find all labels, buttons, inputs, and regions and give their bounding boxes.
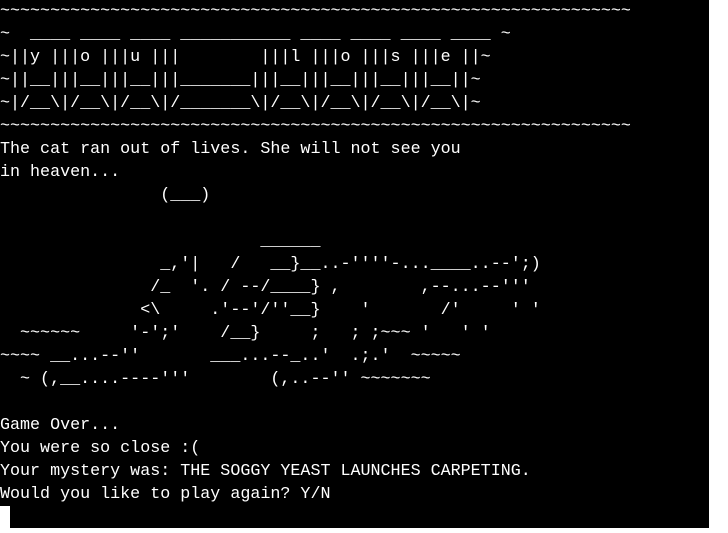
cat-art-line: /_ '. / --/____} , ,--...--''' xyxy=(0,278,531,297)
mystery-reveal: Your mystery was: THE SOGGY YEAST LAUNCH… xyxy=(0,462,531,481)
terminal-window[interactable]: ~~~~~~~~~~~~~~~~~~~~~~~~~~~~~~~~~~~~~~~~… xyxy=(0,0,709,528)
game-over-title: Game Over... xyxy=(0,416,121,435)
cat-art-line: (___) xyxy=(0,186,211,205)
cat-art-line: ______ xyxy=(0,232,321,251)
screen: ~~~~~~~~~~~~~~~~~~~~~~~~~~~~~~~~~~~~~~~~… xyxy=(0,0,728,533)
close-message: You were so close :( xyxy=(0,439,201,458)
play-again-prompt: Would you like to play again? Y/N xyxy=(0,485,331,504)
banner-line: ~||__|||__|||__|||_______|||__|||__|||__… xyxy=(0,71,481,90)
cat-art-line: <\ .'--'/''__} ' /' ' ' xyxy=(0,301,541,320)
banner-line: ~ ____ ____ ____ ___________ ____ ____ _… xyxy=(0,25,511,44)
command-input-line[interactable]: >> xyxy=(0,506,709,528)
cat-art-line xyxy=(0,207,709,230)
cat-art-line: _,'| / __}__..-''''-...____..--';) xyxy=(0,255,541,274)
banner-line: ~~~~~~~~~~~~~~~~~~~~~~~~~~~~~~~~~~~~~~~~… xyxy=(0,2,631,21)
cat-art-line: ~~~~~~ '-';' /__} ; ; ;~~~ ' ' ' xyxy=(0,324,491,343)
cat-art-line: ~~~~ __...--'' ___...--_..' .;.' ~~~~~ xyxy=(0,347,461,366)
cat-art-line: ~ (,__....----''' (,..--'' ~~~~~~~ xyxy=(0,370,431,389)
death-message: The cat ran out of lives. She will not s… xyxy=(0,140,461,159)
death-message: in heaven... xyxy=(0,163,121,182)
text-cursor xyxy=(0,506,10,528)
banner-line: ~|/__\|/__\|/__\|/_______\|/__\|/__\|/__… xyxy=(0,94,481,113)
banner-line: ~||y |||o |||u ||| |||l |||o |||s |||e |… xyxy=(0,48,491,67)
banner-line: ~~~~~~~~~~~~~~~~~~~~~~~~~~~~~~~~~~~~~~~~… xyxy=(0,117,631,136)
